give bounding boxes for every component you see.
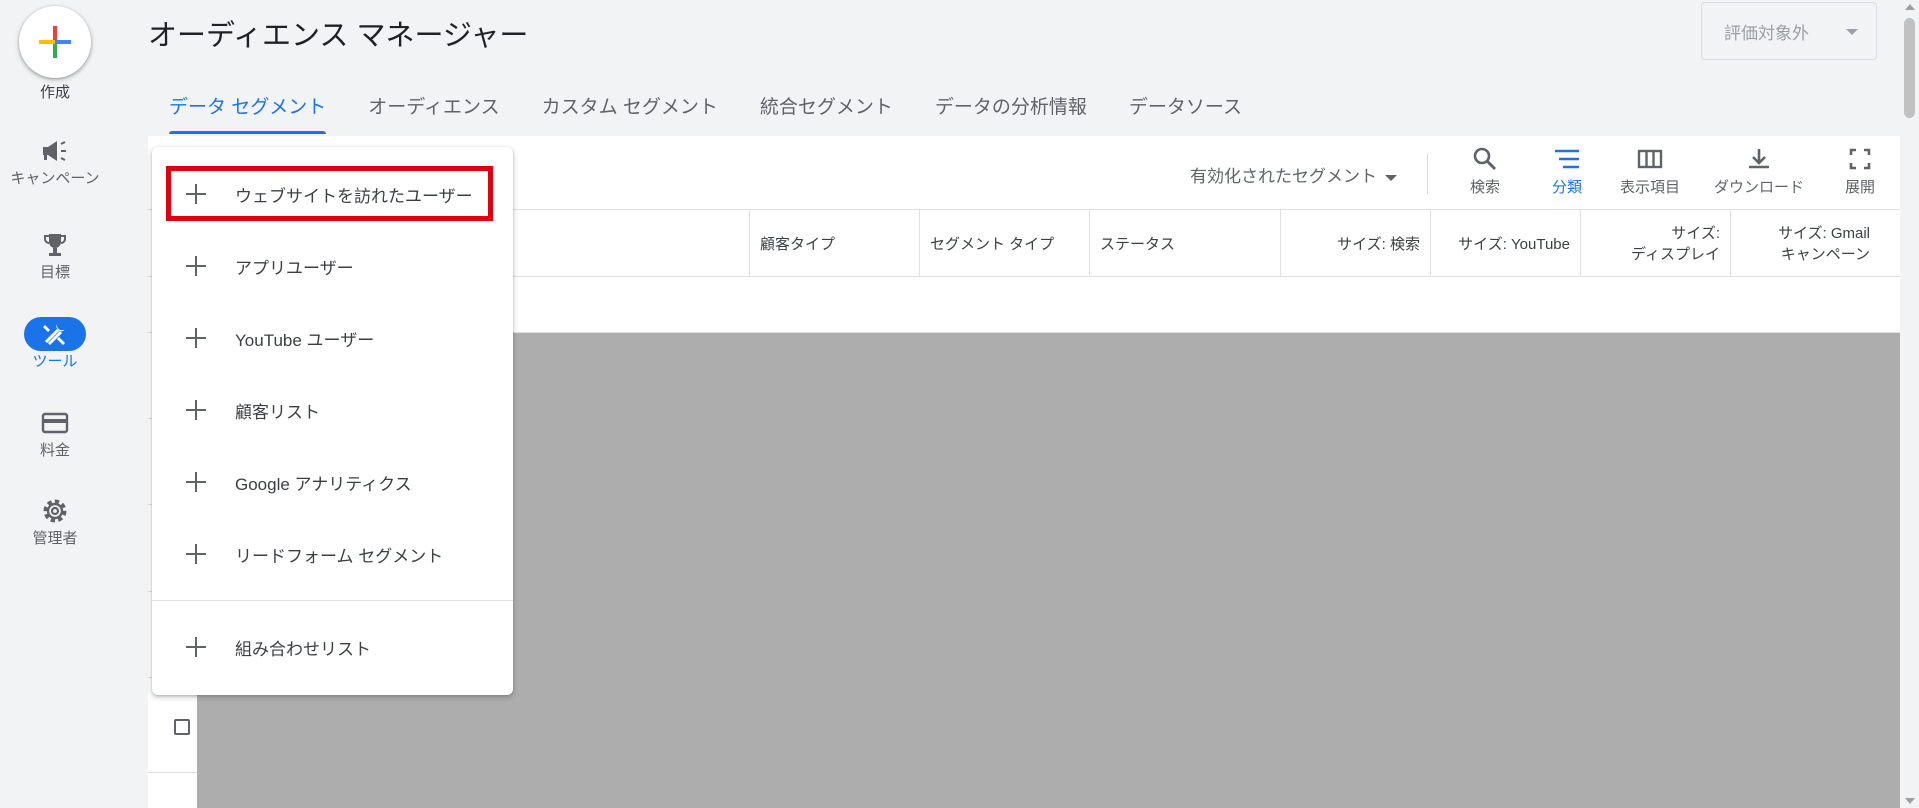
menu-divider xyxy=(152,600,513,601)
column-header-size-search[interactable]: サイズ: 検索 xyxy=(1280,210,1430,276)
rail-item-billing[interactable]: 料金 xyxy=(0,406,110,459)
tab-data-sources[interactable]: データソース xyxy=(1108,84,1263,134)
search-icon xyxy=(1473,147,1497,171)
row-checkbox[interactable] xyxy=(174,719,190,735)
menu-item-google-analytics[interactable]: Google アナリティクス xyxy=(152,454,513,510)
search-button-label: 検索 xyxy=(1470,179,1501,196)
column-header-size-display[interactable]: サイズ: ディスプレイ xyxy=(1580,210,1730,276)
caret-down-icon xyxy=(1846,29,1858,35)
menu-item-label: ウェブサイトを訪れたユーザー xyxy=(235,186,473,206)
tab-combined-segments[interactable]: 統合セグメント xyxy=(739,84,914,134)
plus-icon xyxy=(186,328,206,348)
menu-item-label: アプリユーザー xyxy=(235,258,354,278)
create-label: 作成 xyxy=(39,84,70,101)
rail-item-label: キャンペーン xyxy=(10,170,100,187)
search-button[interactable]: 検索 xyxy=(1470,146,1500,197)
gear-icon xyxy=(43,499,67,523)
column-header-size-youtube[interactable]: サイズ: YouTube xyxy=(1430,210,1580,276)
classify-button-label: 分類 xyxy=(1552,179,1583,196)
plus-icon xyxy=(186,400,206,420)
menu-item-label: 組み合わせリスト xyxy=(235,639,371,659)
menu-item-app-users[interactable]: アプリユーザー xyxy=(152,238,513,294)
caret-down-icon xyxy=(1385,174,1397,181)
rail-item-label: 料金 xyxy=(39,442,70,459)
toolbar-divider xyxy=(1427,154,1428,194)
fullscreen-icon xyxy=(1849,148,1871,170)
rail-item-label: ツール xyxy=(32,353,78,370)
menu-item-combined-list[interactable]: 組み合わせリスト xyxy=(152,619,513,675)
scroll-down-arrow-icon[interactable] xyxy=(1905,798,1915,804)
plus-icon xyxy=(186,544,206,564)
download-button[interactable]: ダウンロード xyxy=(1714,146,1804,197)
column-header-status[interactable]: ステータス xyxy=(1089,210,1280,276)
segment-lines-icon xyxy=(1555,149,1579,169)
expand-button-label: 展開 xyxy=(1845,179,1876,196)
rail-item-goals[interactable]: 目標 xyxy=(0,228,110,281)
column-header-customer-type[interactable]: 顧客タイプ xyxy=(749,210,919,276)
menu-item-label: リードフォーム セグメント xyxy=(235,546,444,566)
menu-item-customer-list[interactable]: 顧客リスト xyxy=(152,382,513,438)
menu-item-label: 顧客リスト xyxy=(235,402,320,422)
menu-item-youtube-users[interactable]: YouTube ユーザー xyxy=(152,310,513,366)
plus-multicolor-icon xyxy=(39,26,71,58)
rail-item-campaigns[interactable]: キャンペーン xyxy=(0,134,110,187)
rail-item-tools[interactable]: ツール xyxy=(0,317,110,370)
plus-icon xyxy=(186,256,206,276)
tools-icon xyxy=(43,324,66,346)
evaluation-dropdown[interactable]: 評価対象外 xyxy=(1701,2,1877,60)
columns-button[interactable]: 表示項目 xyxy=(1620,146,1680,197)
tab-audiences[interactable]: オーディエンス xyxy=(347,84,520,134)
plus-icon xyxy=(186,184,206,204)
row-divider xyxy=(148,772,197,773)
tab-data-segments[interactable]: データ セグメント xyxy=(148,84,347,134)
credit-card-icon xyxy=(41,412,69,434)
evaluation-dropdown-value: 評価対象外 xyxy=(1724,23,1809,43)
megaphone-icon xyxy=(43,141,66,161)
rail-item-label: 管理者 xyxy=(32,530,78,547)
tab-bar: データ セグメント オーディエンス カスタム セグメント 統合セグメント データ… xyxy=(148,84,1263,134)
create-button[interactable] xyxy=(19,6,91,78)
tab-data-insights[interactable]: データの分析情報 xyxy=(914,84,1108,134)
scroll-up-arrow-icon[interactable] xyxy=(1905,4,1915,10)
page-scrollbar[interactable] xyxy=(1900,0,1919,808)
classify-button[interactable]: 分類 xyxy=(1552,146,1582,197)
download-icon xyxy=(1749,149,1769,169)
trophy-icon xyxy=(44,234,66,256)
menu-item-website-visitors[interactable]: ウェブサイトを訪れたユーザー xyxy=(152,166,513,222)
create-segment-menu: ウェブサイトを訪れたユーザー アプリユーザー YouTube ユーザー 顧客リス… xyxy=(152,147,513,695)
column-header-segment-type[interactable]: セグメント タイプ xyxy=(919,210,1089,276)
columns-button-label: 表示項目 xyxy=(1620,179,1681,196)
menu-item-label: Google アナリティクス xyxy=(235,474,412,494)
segment-filter-dropdown[interactable]: 有効化されたセグメント xyxy=(1190,162,1397,187)
plus-icon xyxy=(186,637,206,657)
menu-item-lead-form-segment[interactable]: リードフォーム セグメント xyxy=(152,526,513,582)
page-title: オーディエンス マネージャー xyxy=(148,20,529,52)
scroll-thumb[interactable] xyxy=(1904,18,1915,118)
left-rail: 作成 キャンペーン 目標 ツール 料金 管理者 xyxy=(0,0,110,808)
menu-item-label: YouTube ユーザー xyxy=(235,330,375,350)
plus-icon xyxy=(186,472,206,492)
expand-button[interactable]: 展開 xyxy=(1845,146,1875,197)
columns-icon xyxy=(1637,149,1663,169)
rail-item-label: 目標 xyxy=(39,264,70,281)
column-header-size-gmail[interactable]: サイズ: Gmail キャンペーン xyxy=(1730,210,1880,276)
segment-filter-label: 有効化されたセグメント xyxy=(1190,167,1377,186)
download-button-label: ダウンロード xyxy=(1714,179,1805,196)
tab-custom-segments[interactable]: カスタム セグメント xyxy=(521,84,739,134)
rail-item-admin[interactable]: 管理者 xyxy=(0,494,110,547)
